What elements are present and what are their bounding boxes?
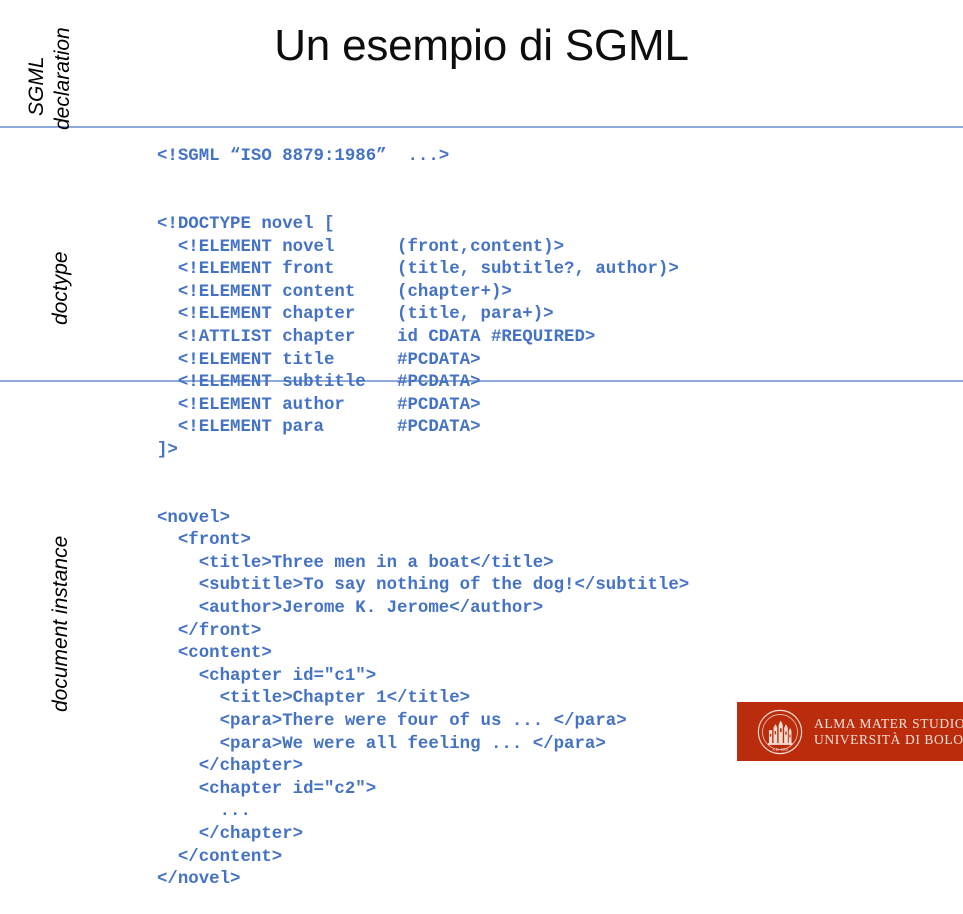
side-label-document-instance: document instance xyxy=(49,535,72,712)
code-line: <!DOCTYPE novel [ xyxy=(157,214,335,234)
code-line: <!ELEMENT novel (front,content)> xyxy=(157,237,565,257)
side-label-sgml-declaration-line2: declaration xyxy=(51,27,74,130)
code-section-doctype: <!DOCTYPE novel [ <!ELEMENT novel (front… xyxy=(157,214,689,463)
code-line: ... xyxy=(157,802,251,822)
code-line: <!ELEMENT front (title, subtitle?, autho… xyxy=(157,260,679,280)
code-line: <!ELEMENT title #PCDATA> xyxy=(157,350,481,370)
code-line: <!ELEMENT para #PCDATA> xyxy=(157,418,481,438)
sgml-code-listing: <!SGML “ISO 8879:1986” ...> <!DOCTYPE no… xyxy=(157,101,689,914)
university-logo: A.D. 1088 ALMA MATER STUDIORUM UNIVERSIT… xyxy=(737,702,963,761)
code-line: <para>We were all feeling ... </para> xyxy=(157,734,606,754)
code-section-sgml-declaration: <!SGML “ISO 8879:1986” ...> xyxy=(157,146,689,169)
side-label-doctype: doctype xyxy=(49,251,72,325)
university-logo-text: ALMA MATER STUDIORUM UNIVERSITÀ DI BOLOG… xyxy=(814,716,963,748)
code-line: </front> xyxy=(157,621,262,641)
page-title: Un esempio di SGML xyxy=(274,21,689,70)
code-line: </chapter> xyxy=(157,825,304,844)
code-line: <author>Jerome K. Jerome</author> xyxy=(157,599,544,619)
code-line: <content> xyxy=(157,644,272,664)
code-line: <!ATTLIST chapter id CDATA #REQUIRED> xyxy=(157,327,596,347)
code-line: <chapter id="c1"> xyxy=(157,666,377,686)
code-line: <title>Chapter 1</title> xyxy=(157,689,471,709)
code-line: ]> xyxy=(157,440,178,460)
code-line: </novel> xyxy=(157,870,241,890)
university-logo-line2: UNIVERSITÀ DI BOLOGNA xyxy=(814,731,963,747)
code-section-document-instance: <novel> <front> <title>Three men in a bo… xyxy=(157,508,689,892)
university-logo-line1: ALMA MATER STUDIORUM xyxy=(814,715,963,731)
code-line: <front> xyxy=(157,531,251,551)
code-line: <!ELEMENT author #PCDATA> xyxy=(157,395,481,415)
side-label-sgml-declaration-line1: SGML xyxy=(25,56,48,116)
code-line: <chapter id="c2"> xyxy=(157,779,377,799)
code-line: </chapter> xyxy=(157,757,304,777)
code-line: <subtitle>To say nothing of the dog!</su… xyxy=(157,576,690,596)
university-seal-icon: A.D. 1088 xyxy=(757,709,803,755)
code-line: </content> xyxy=(157,847,283,867)
svg-text:A.D. 1088: A.D. 1088 xyxy=(772,747,788,751)
code-line: <title>Three men in a boat</title> xyxy=(157,553,554,573)
code-line: <!ELEMENT content (chapter+)> xyxy=(157,282,512,302)
code-line: <novel> xyxy=(157,508,231,528)
code-line: <!SGML “ISO 8879:1986” ...> xyxy=(157,147,450,167)
code-line: <!ELEMENT chapter (title, para+)> xyxy=(157,305,554,325)
code-line: <para>There were four of us ... </para> xyxy=(157,712,627,732)
code-line: <!ELEMENT subtitle #PCDATA> xyxy=(157,373,481,393)
